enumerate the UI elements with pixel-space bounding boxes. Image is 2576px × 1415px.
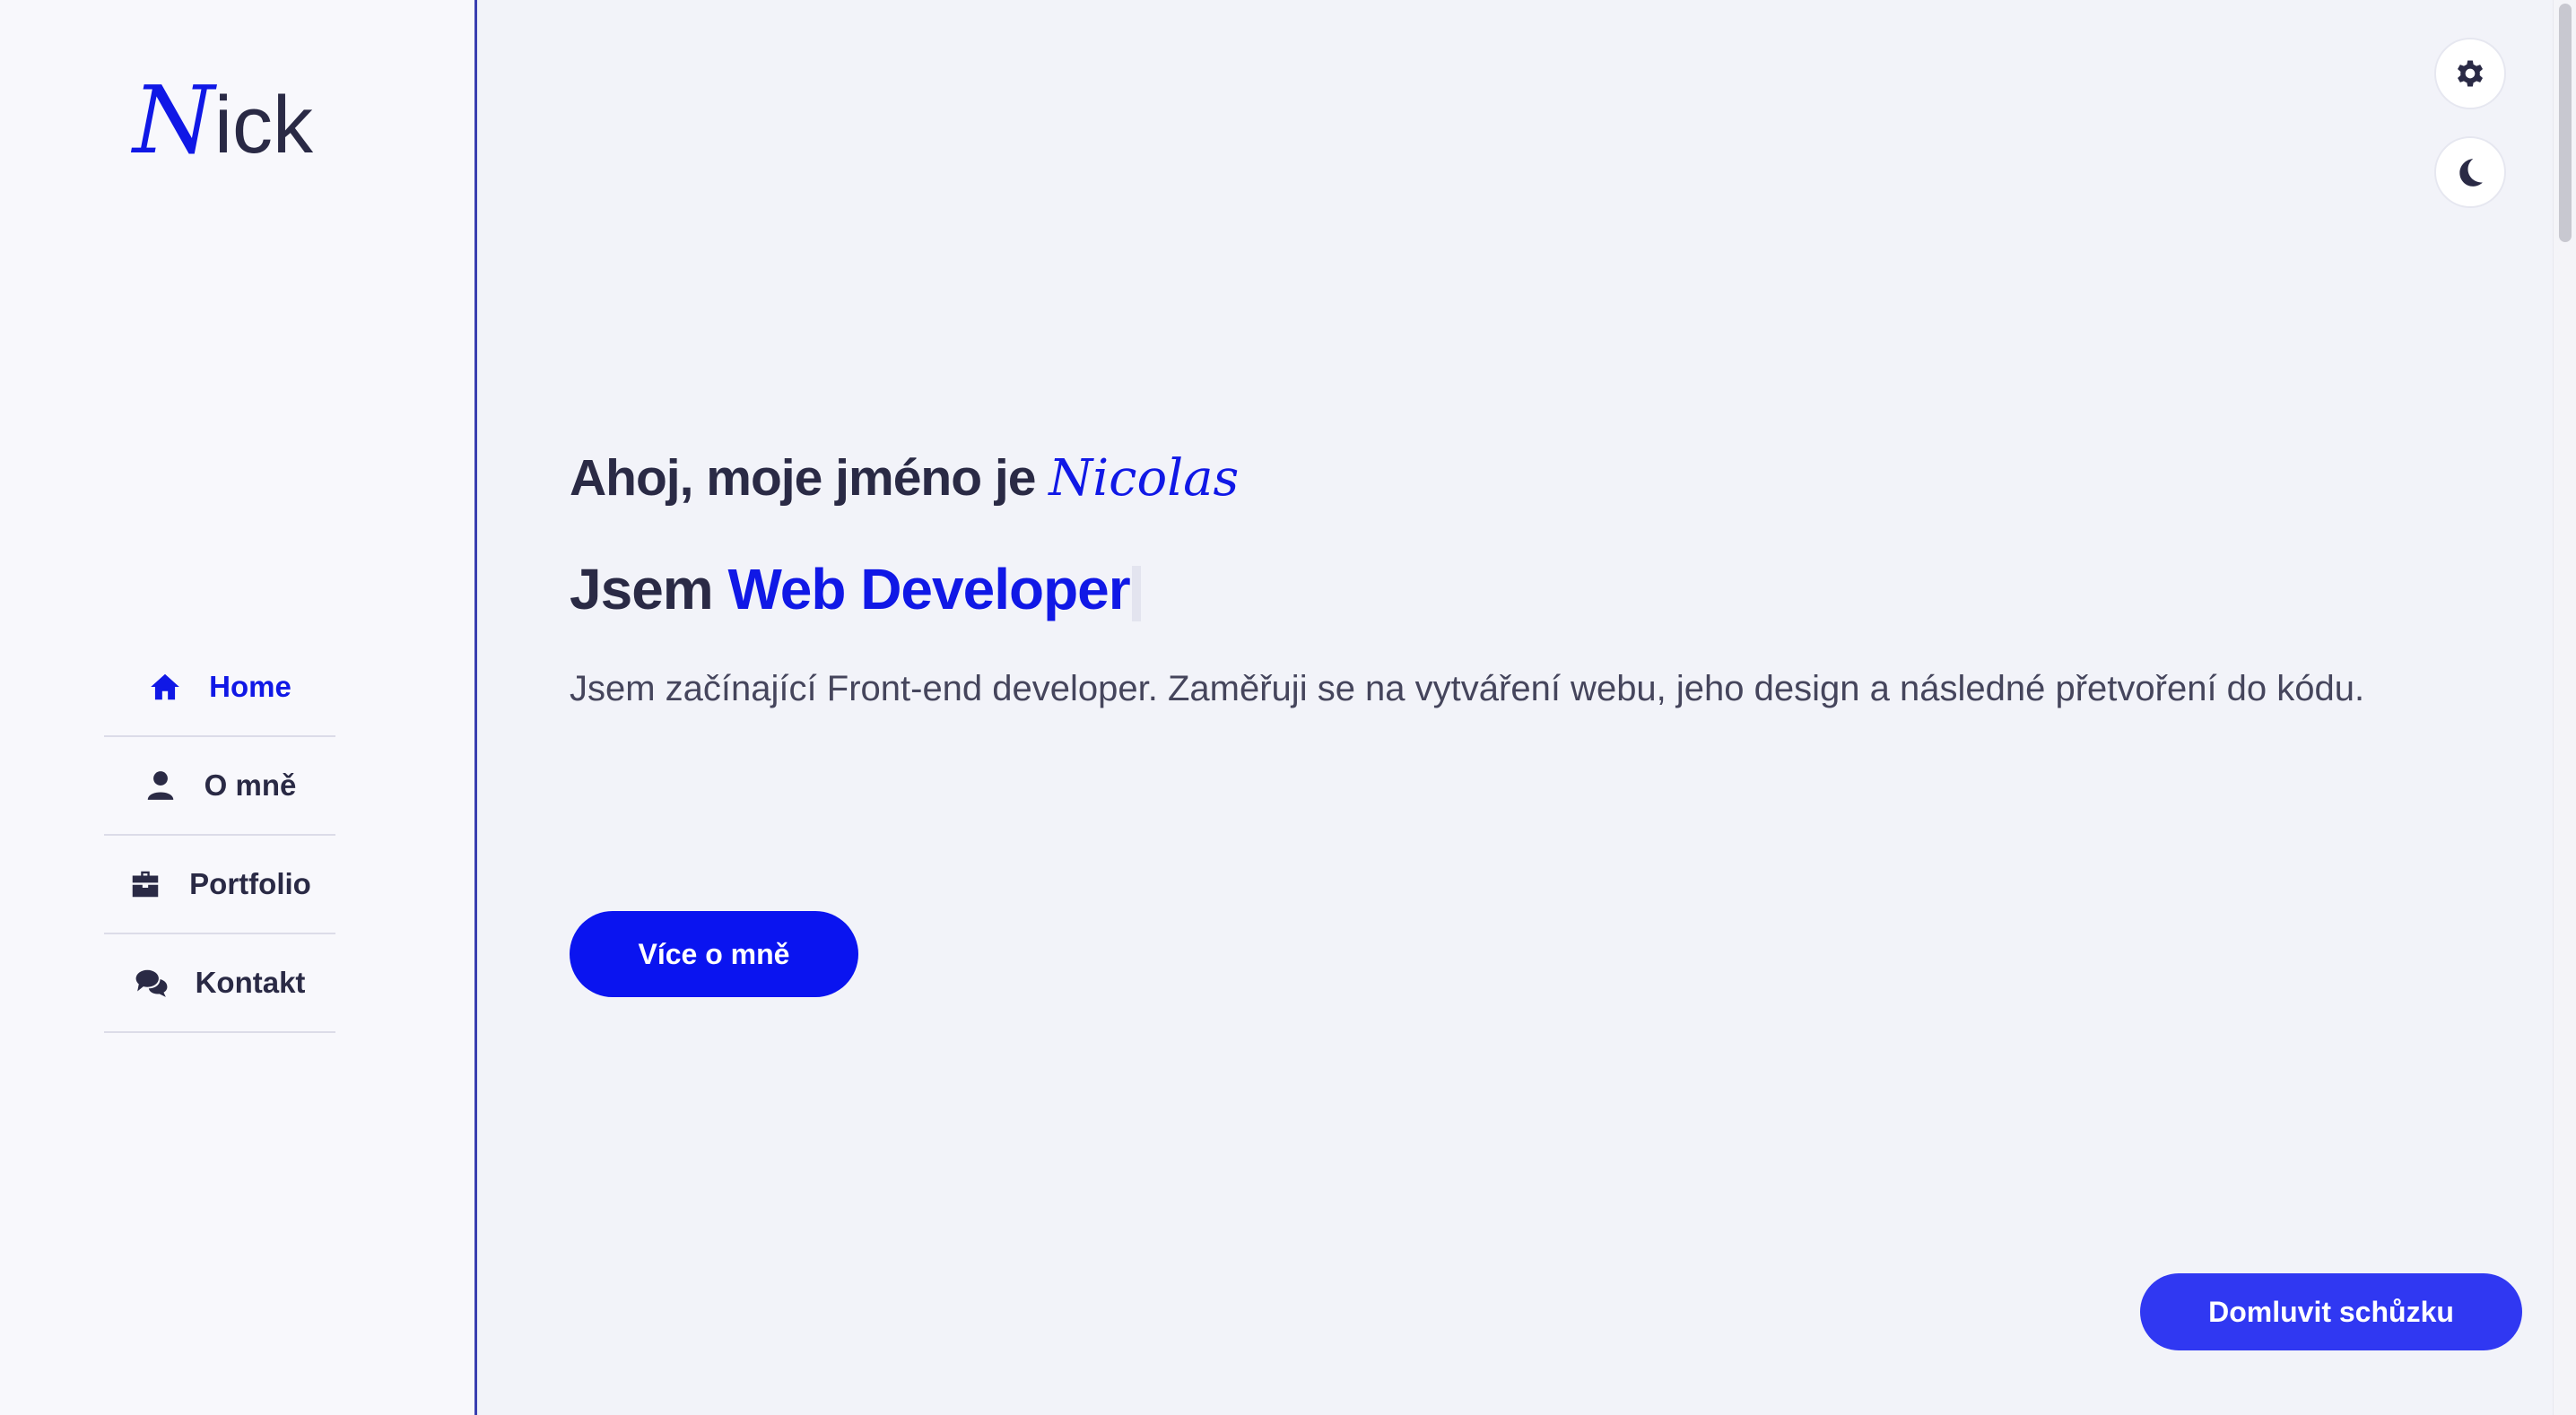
nav-item-label: Portfolio [189, 867, 311, 900]
nav-item-portfolio[interactable]: Portfolio [104, 836, 335, 934]
more-about-me-button[interactable]: Více o mně [570, 911, 858, 997]
comments-icon [135, 969, 167, 997]
typing-cursor [1131, 566, 1141, 622]
greeting-name: Nicolas [1049, 449, 1240, 508]
main-nav: Home O mně Portfolio Kontakt [104, 638, 335, 1033]
page: Nick Home O mně Portfolio Kontakt Ahoj, … [0, 0, 2576, 1415]
nav-item-label: O mně [204, 768, 297, 802]
greeting-prefix: Ahoj, moje jméno je [570, 449, 1036, 507]
role-accent: Web Developer [727, 557, 1130, 621]
settings-button[interactable] [2434, 38, 2506, 109]
logo[interactable]: Nick [133, 74, 313, 170]
home-icon [151, 673, 179, 700]
theme-toggle-button[interactable] [2434, 136, 2506, 208]
briefcase-icon [132, 871, 159, 898]
logo-text: ick [214, 81, 313, 170]
sidebar: Nick Home O mně Portfolio Kontakt [0, 0, 477, 1415]
scrollbar[interactable] [2553, 0, 2576, 1415]
hero-role: Jsem Web Developer [570, 556, 1141, 622]
nav-item-label: Home [209, 670, 292, 703]
moon-icon [2459, 159, 2483, 187]
hero-intro: Jsem začínající Front-end developer. Zam… [570, 669, 2365, 708]
role-prefix: Jsem [570, 557, 714, 621]
schedule-meeting-button[interactable]: Domluvit schůzku [2140, 1273, 2522, 1350]
user-icon [147, 771, 173, 800]
scrollbar-thumb[interactable] [2559, 4, 2572, 242]
nav-item-label: Kontakt [195, 966, 306, 999]
nav-item-home[interactable]: Home [104, 638, 335, 737]
nav-item-about[interactable]: O mně [104, 737, 335, 836]
logo-initial: N [133, 65, 214, 175]
nav-item-contact[interactable]: Kontakt [104, 934, 335, 1033]
gear-icon [2458, 60, 2483, 87]
hero-greeting: Ahoj, moje jméno je Nicolas [570, 448, 1239, 508]
